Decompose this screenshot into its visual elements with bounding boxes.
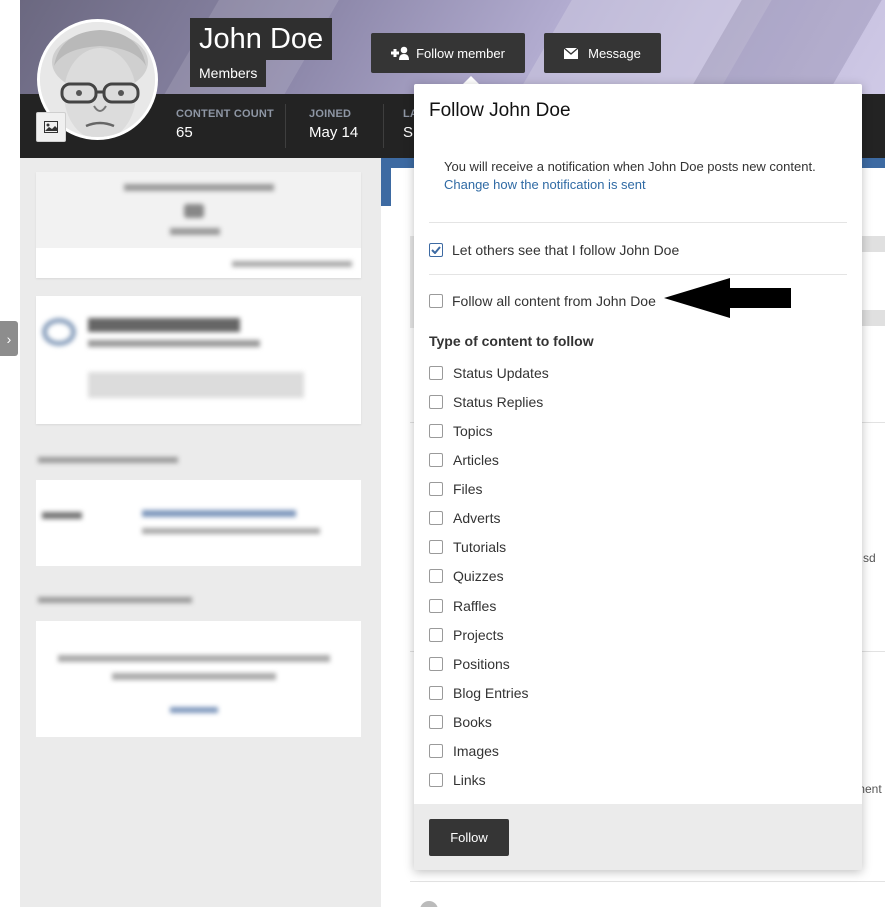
change-cover-button[interactable] bbox=[36, 112, 66, 142]
content-type-checkbox[interactable] bbox=[429, 366, 443, 380]
follow-all-label: Follow all content from John Doe bbox=[452, 293, 656, 309]
content-type-checkbox[interactable] bbox=[429, 511, 443, 526]
popup-divider bbox=[429, 274, 847, 275]
stat-value: 65 bbox=[176, 124, 193, 141]
content-type-option[interactable]: Positions bbox=[429, 656, 510, 672]
checkmark-icon bbox=[431, 246, 441, 254]
content-type-label: Images bbox=[453, 742, 499, 759]
content-type-option[interactable]: Projects bbox=[429, 627, 504, 643]
stat-value: May 14 bbox=[309, 124, 359, 141]
content-type-option[interactable]: Quizzes bbox=[429, 568, 504, 584]
follow-all-option[interactable]: Follow all content from John Doe bbox=[429, 293, 656, 309]
stat-divider bbox=[383, 104, 384, 148]
content-type-label: Books bbox=[453, 713, 492, 730]
reputation-card bbox=[36, 172, 361, 278]
content-type-option[interactable]: Blog Entries bbox=[429, 685, 528, 701]
content-type-label: Tutorials bbox=[453, 539, 507, 556]
content-type-option[interactable]: Links bbox=[429, 772, 486, 788]
content-type-label: Raffles bbox=[453, 597, 497, 614]
stat-divider bbox=[285, 104, 286, 148]
content-type-option[interactable]: Books bbox=[429, 714, 492, 730]
content-type-label: Projects bbox=[453, 626, 504, 643]
content-type-label: Topics bbox=[453, 423, 493, 440]
content-type-checkbox[interactable] bbox=[429, 656, 443, 671]
image-icon bbox=[44, 121, 58, 133]
message-button[interactable]: Message bbox=[544, 33, 661, 73]
notification-text: You will receive a notification when Joh… bbox=[444, 159, 816, 174]
page-gutter bbox=[0, 0, 20, 907]
follow-all-checkbox[interactable] bbox=[429, 294, 443, 308]
content-type-label: Status Updates bbox=[453, 365, 549, 381]
popup-footer: Follow bbox=[414, 804, 862, 870]
content-type-checkbox[interactable] bbox=[429, 714, 443, 729]
sidebar-toggle[interactable]: › bbox=[0, 321, 18, 356]
content-type-checkbox[interactable] bbox=[429, 482, 443, 497]
content-type-option[interactable]: Adverts bbox=[429, 510, 500, 526]
user-plus-icon bbox=[391, 46, 410, 60]
warnings-card bbox=[36, 296, 361, 424]
content-type-checkbox[interactable] bbox=[429, 627, 443, 642]
follow-popup: Follow John Doe You will receive a notif… bbox=[414, 84, 862, 870]
stat-label: CONTENT COUNT bbox=[176, 108, 274, 120]
content-type-option[interactable]: Status Updates bbox=[429, 365, 549, 381]
content-type-label: Files bbox=[453, 481, 483, 498]
main-divider bbox=[410, 881, 885, 882]
content-type-option[interactable]: Tutorials bbox=[429, 539, 506, 555]
stat-label: JOINED bbox=[309, 108, 352, 120]
content-type-option[interactable]: Status Replies bbox=[429, 394, 543, 410]
content-type-checkbox[interactable] bbox=[429, 540, 443, 555]
content-type-label: Articles bbox=[453, 452, 499, 469]
content-type-checkbox[interactable] bbox=[429, 453, 443, 468]
content-type-option[interactable]: Topics bbox=[429, 423, 493, 439]
content-type-checkbox[interactable] bbox=[429, 424, 443, 439]
stat-joined: JOINED May 14 bbox=[309, 108, 358, 141]
content-type-label: Adverts bbox=[453, 510, 501, 527]
content-type-checkbox[interactable] bbox=[429, 743, 443, 758]
message-label: Message bbox=[588, 45, 641, 61]
recent-visitors-card bbox=[36, 584, 361, 737]
contact-card bbox=[36, 444, 361, 566]
content-type-label: Links bbox=[453, 771, 486, 788]
content-type-option[interactable]: Images bbox=[429, 743, 499, 759]
chevron-right-icon: › bbox=[6, 330, 12, 347]
change-notification-link[interactable]: Change how the notification is sent bbox=[444, 176, 816, 194]
content-type-label: Positions bbox=[453, 655, 510, 672]
content-type-option[interactable]: Articles bbox=[429, 452, 499, 468]
profile-name: John Doe bbox=[190, 18, 333, 60]
show-follow-label: Let others see that I follow John Doe bbox=[452, 242, 680, 258]
content-type-label: Quizzes bbox=[453, 568, 504, 585]
partial-text: sd bbox=[863, 551, 876, 565]
arrow-left-icon bbox=[664, 278, 791, 318]
follow-member-label: Follow member bbox=[416, 45, 505, 61]
popup-title: Follow John Doe bbox=[429, 100, 571, 121]
popup-description: You will receive a notification when Joh… bbox=[444, 158, 816, 194]
reputation-card-header bbox=[36, 172, 361, 248]
content-type-label: Status Replies bbox=[453, 394, 544, 411]
content-type-checkbox[interactable] bbox=[429, 772, 443, 787]
main-block bbox=[862, 236, 885, 252]
content-type-checkbox[interactable] bbox=[429, 569, 443, 584]
profile-page: › John Doe Members Follow member Message… bbox=[0, 0, 885, 907]
content-type-checkbox[interactable] bbox=[429, 598, 443, 613]
content-type-option[interactable]: Raffles bbox=[429, 598, 496, 614]
follow-submit-button[interactable]: Follow bbox=[429, 819, 509, 856]
content-type-checkbox[interactable] bbox=[429, 685, 443, 700]
popup-divider bbox=[429, 222, 847, 223]
show-follow-checkbox[interactable] bbox=[429, 243, 443, 257]
stat-content-count: CONTENT COUNT 65 bbox=[176, 108, 274, 141]
envelope-icon bbox=[564, 47, 579, 59]
content-type-heading: Type of content to follow bbox=[429, 333, 594, 349]
follow-member-button[interactable]: Follow member bbox=[371, 33, 525, 73]
content-type-option[interactable]: Files bbox=[429, 481, 483, 497]
content-type-checkbox[interactable] bbox=[429, 395, 443, 410]
show-follow-option[interactable]: Let others see that I follow John Doe bbox=[429, 242, 679, 258]
content-type-label: Blog Entries bbox=[453, 684, 529, 701]
profile-group: Members bbox=[190, 60, 267, 87]
main-block bbox=[862, 310, 885, 326]
